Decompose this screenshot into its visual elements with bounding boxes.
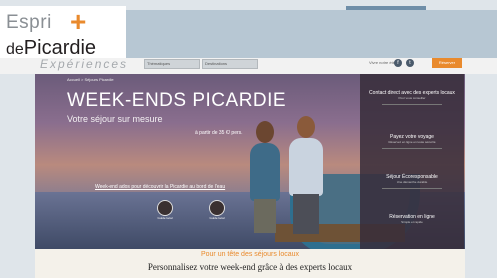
price-text: à partir de 35 €/ pers. <box>195 130 243 136</box>
intro-section: Pour un tête des séjours locaux Personna… <box>35 249 465 278</box>
logo-plus-icon: + <box>70 6 87 37</box>
brand-tagline: Expériences <box>40 57 129 71</box>
theme-select[interactable]: Thématiques <box>144 59 200 69</box>
divider <box>382 104 442 105</box>
hero-person-man <box>286 116 326 234</box>
logo-line-1: Espri <box>6 12 52 33</box>
guide-card[interactable]: Guide local <box>147 200 183 220</box>
top-nav: Thématiques Destinations Vivre notre été… <box>126 58 471 70</box>
section-kicker: Pour un tête des séjours locaux <box>200 251 300 258</box>
book-button[interactable]: Réserver <box>432 58 462 68</box>
destination-select[interactable]: Destinations <box>202 59 258 69</box>
avatar <box>157 200 173 216</box>
page-subtitle: Votre séjour sur mesure <box>67 114 163 124</box>
section-heading: Personnalisez votre week-end grâce à des… <box>147 262 353 272</box>
site-logo[interactable]: Espri + dePicardie <box>0 6 126 59</box>
features-panel: Contact direct avec des experts locaux P… <box>360 74 464 249</box>
avatar <box>209 200 225 216</box>
breadcrumb[interactable]: Accueil > Séjours Picardie <box>67 77 114 82</box>
feature-item[interactable]: Payez votre voyage Réservez en ligne en … <box>360 134 464 149</box>
guide-name: Guide local <box>157 216 173 220</box>
hero-person-woman <box>248 121 282 233</box>
banner-accent <box>346 6 426 10</box>
feature-item[interactable]: Réservation en ligne Simple et rapide <box>360 214 464 225</box>
divider <box>382 148 442 149</box>
facebook-icon[interactable]: f <box>394 59 402 67</box>
feature-desc: Réservez en ligne en toute sécurité <box>388 140 436 144</box>
feature-desc: Une démarche durable <box>396 180 428 184</box>
feature-item[interactable]: Contact direct avec des experts locaux P… <box>360 90 464 105</box>
guide-name: Guide local <box>209 216 225 220</box>
nav-link[interactable]: Vivre notre été <box>369 60 395 65</box>
feature-desc: Simple et rapide <box>401 220 423 224</box>
guide-card[interactable]: Guide local <box>199 200 235 220</box>
twitter-icon[interactable]: t <box>406 59 414 67</box>
feature-desc: Pour vous conseiller <box>398 96 426 100</box>
page-title: WEEK-ENDS PICARDIE <box>67 90 287 111</box>
divider <box>382 188 442 189</box>
hero-link[interactable]: Week-end ados pour découvrir la Picardie… <box>95 184 225 190</box>
top-banner <box>126 6 497 58</box>
feature-item[interactable]: Séjour Écoresponsable Une démarche durab… <box>360 174 464 189</box>
